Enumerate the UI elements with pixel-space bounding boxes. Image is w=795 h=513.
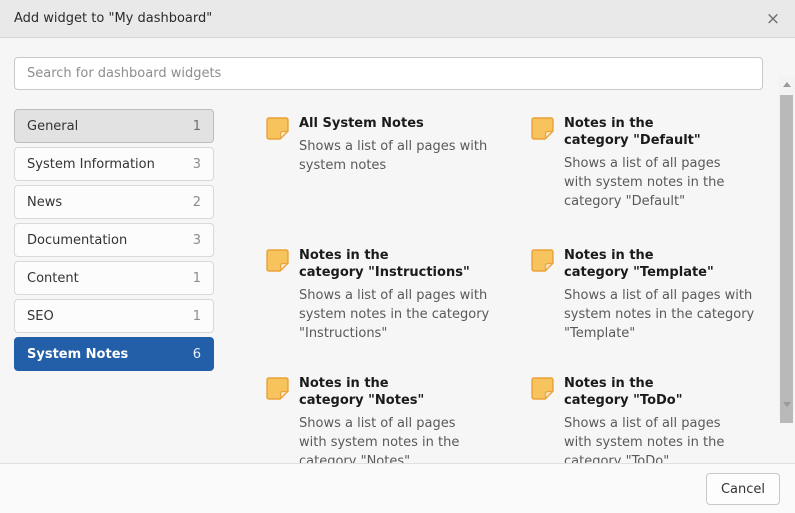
widget-grid: All System Notes Shows a list of all pag… [265,115,795,463]
sticky-note-icon [265,116,290,145]
category-label: General [27,119,78,134]
category-count: 6 [193,347,201,362]
cancel-button[interactable]: Cancel [706,473,780,505]
category-count: 1 [193,119,201,134]
category-count: 3 [193,233,201,248]
widget-title: Notes in the category "ToDo" [564,375,795,409]
category-label: System Information [27,157,155,172]
widget-all-system-notes[interactable]: All System Notes Shows a list of all pag… [265,115,530,247]
category-count: 3 [193,157,201,172]
sticky-note-icon [530,116,555,145]
widget-notes-notes[interactable]: Notes in the category "Notes" Shows a li… [265,375,530,463]
sticky-note-icon [265,376,290,405]
category-list: General 1 System Information 3 News 2 Do… [14,109,214,371]
modal-body: General 1 System Information 3 News 2 Do… [0,38,795,463]
widget-description: Shows a list of all pages with system no… [564,286,795,343]
widget-title: All System Notes [299,115,530,132]
category-label: Documentation [27,233,127,248]
sidebar-item-system-information[interactable]: System Information 3 [14,147,214,181]
widget-notes-instructions[interactable]: Notes in the category "Instructions" Sho… [265,247,530,375]
category-label: Content [27,271,79,286]
modal-footer: Cancel [0,463,795,513]
category-count: 1 [193,309,201,324]
category-label: SEO [27,309,54,324]
widget-title: Notes in the category "Notes" [299,375,530,409]
sticky-note-icon [530,376,555,405]
sticky-note-icon [530,248,555,277]
widget-title: Notes in the category "Default" [564,115,795,149]
widget-title: Notes in the category "Instructions" [299,247,530,281]
sidebar-item-seo[interactable]: SEO 1 [14,299,214,333]
scroll-down-icon[interactable] [778,396,795,413]
sticky-note-icon [265,248,290,277]
widget-description: Shows a list of all pages with system no… [299,414,530,463]
category-count: 2 [193,195,201,210]
category-label: News [27,195,62,210]
sidebar-item-documentation[interactable]: Documentation 3 [14,223,214,257]
modal-header: Add widget to "My dashboard" × [0,0,795,38]
widget-notes-todo[interactable]: Notes in the category "ToDo" Shows a lis… [530,375,795,463]
category-label: System Notes [27,347,128,362]
widget-notes-default[interactable]: Notes in the category "Default" Shows a … [530,115,795,247]
close-icon[interactable]: × [761,7,785,31]
modal-title: Add widget to "My dashboard" [14,11,212,26]
widget-title: Notes in the category "Template" [564,247,795,281]
scroll-up-icon[interactable] [778,76,795,93]
widget-description: Shows a list of all pages with system no… [299,137,530,175]
widget-notes-template[interactable]: Notes in the category "Template" Shows a… [530,247,795,375]
search-input[interactable] [14,57,763,90]
category-count: 1 [193,271,201,286]
widget-description: Shows a list of all pages with system no… [564,414,795,463]
vertical-scrollbar[interactable] [778,76,795,413]
widget-description: Shows a list of all pages with system no… [564,154,795,211]
sidebar-item-news[interactable]: News 2 [14,185,214,219]
sidebar-item-general[interactable]: General 1 [14,109,214,143]
sidebar-item-system-notes[interactable]: System Notes 6 [14,337,214,371]
widget-description: Shows a list of all pages with system no… [299,286,530,343]
sidebar-item-content[interactable]: Content 1 [14,261,214,295]
scrollbar-thumb[interactable] [780,95,793,423]
